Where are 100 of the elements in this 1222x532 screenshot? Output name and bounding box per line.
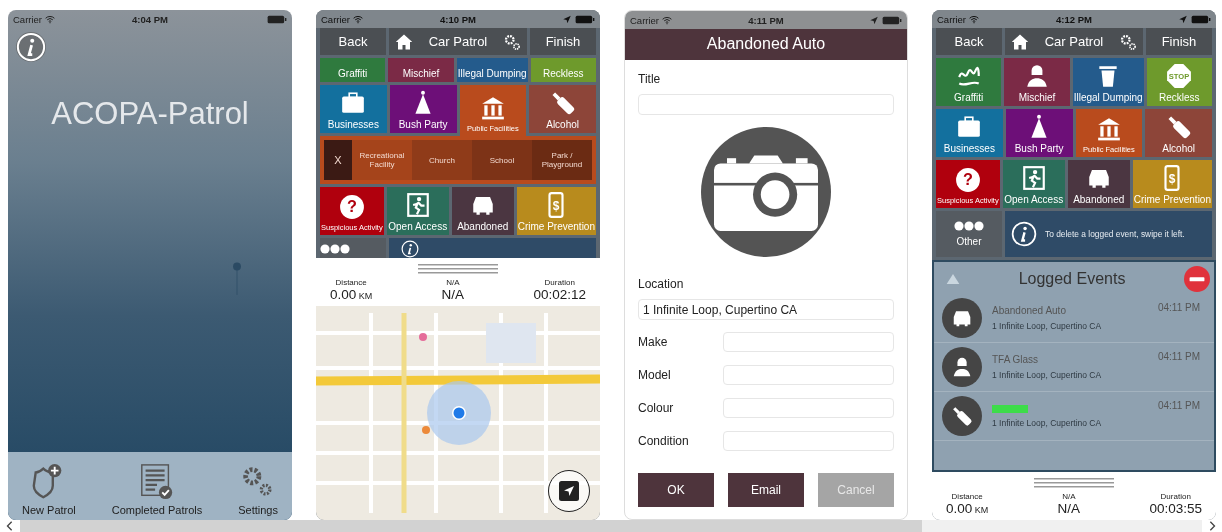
hint-text: To delete a logged event, swipe it left. (1045, 229, 1185, 239)
category-tile[interactable]: Bush Party (1005, 109, 1073, 157)
collapse-triangle-icon[interactable] (946, 273, 960, 285)
category-tile[interactable]: Alcohol (529, 85, 596, 133)
stat-label: Duration (1160, 492, 1191, 501)
screen-header: Abandoned Auto (625, 29, 907, 60)
carrier-name: Carrier (13, 13, 43, 25)
tab-button[interactable]: New Patrol (22, 452, 76, 520)
camera-icon[interactable] (701, 127, 831, 257)
wifi-icon (662, 15, 673, 25)
car-icon (942, 298, 982, 338)
category-tile[interactable]: Abandoned (1067, 160, 1130, 208)
submenu-item[interactable]: X (324, 140, 352, 180)
event-row[interactable]: Abandoned Auto 1 Infinite Loop, Cupertino CA 04:11 PM (934, 294, 1214, 343)
category-tile[interactable]: Graffiti (320, 58, 386, 82)
input-field[interactable] (723, 365, 894, 385)
category-tile[interactable]: Graffiti (936, 58, 1002, 106)
input-field[interactable] (723, 398, 894, 418)
category-tile[interactable]: STOP Reckless (1146, 58, 1212, 106)
screen-title: Car Patrol (1044, 34, 1104, 49)
field-label: Make (638, 335, 669, 349)
category-tile[interactable]: Alcohol (1145, 109, 1212, 157)
status-time: 4:12 PM (1056, 13, 1092, 25)
field-label: Colour (638, 401, 675, 415)
status-time: 4:04 PM (132, 13, 168, 25)
question-mark-icon: ? (954, 167, 981, 193)
category-tile[interactable]: Abandoned (451, 187, 514, 235)
category-tile[interactable]: Mischief (388, 58, 454, 82)
event-address: 1 Infinite Loop, Cupertino CA (992, 370, 1102, 380)
battery-icon (882, 15, 902, 25)
scroll-right-icon[interactable] (1208, 521, 1216, 531)
input-field[interactable] (638, 94, 894, 115)
other-tile[interactable] (320, 238, 386, 258)
home-icon (1011, 32, 1029, 51)
category-tile[interactable]: Illegal Dumping (456, 58, 528, 82)
stat-value: 00:03:55 (1149, 501, 1202, 516)
scroll-left-icon[interactable] (6, 521, 14, 531)
masked-person-icon (1024, 63, 1050, 89)
briefcase-icon (956, 114, 983, 140)
scrollbar-thumb[interactable] (20, 520, 922, 532)
columned-building-icon (1095, 116, 1122, 142)
other-tile[interactable]: Other (936, 211, 1002, 257)
input-field[interactable]: 1 Infinite Loop, Cupertino CA (638, 299, 894, 320)
status-time: 4:10 PM (440, 13, 476, 25)
settings-icon[interactable] (1119, 32, 1137, 51)
event-time: 04:11 PM (1157, 302, 1200, 313)
stat-value: 0.00 KM (330, 287, 373, 302)
action-button[interactable]: OK (638, 473, 714, 507)
stat-value: N/A (441, 287, 465, 302)
stop-sign-icon: STOP (1166, 63, 1193, 89)
category-tile[interactable]: Businesses (320, 85, 387, 133)
submenu-item[interactable]: Church (412, 140, 472, 180)
category-tile[interactable]: Mischief (1004, 58, 1070, 106)
field-label: Location (638, 277, 685, 291)
input-field[interactable] (723, 431, 894, 451)
finish-button[interactable]: Finish (530, 28, 596, 55)
event-row[interactable]: TFA Glass 1 Infinite Loop, Cupertino CA 04:11 PM (934, 343, 1214, 392)
wifi-icon (353, 14, 364, 24)
home-icon (395, 32, 413, 51)
tab-button[interactable]: Settings (238, 452, 278, 520)
question-mark-icon: ? (338, 194, 365, 220)
stat-label: Distance (335, 278, 367, 287)
stat-label: Duration (544, 278, 575, 287)
exit-door-icon (1020, 165, 1047, 191)
bottle-icon (942, 396, 982, 436)
action-button[interactable]: Email (728, 473, 804, 507)
more-dots-icon (320, 244, 350, 254)
event-title: TFA Glass (992, 354, 1039, 365)
finish-button[interactable]: Finish (1146, 28, 1212, 55)
category-tile[interactable]: Businesses (936, 109, 1003, 157)
briefcase-icon (340, 90, 367, 116)
panel-title: Logged Events (1018, 270, 1126, 288)
info-icon (16, 32, 46, 62)
category-tile[interactable]: Open Access (1002, 160, 1065, 208)
carrier-name: Carrier (630, 14, 660, 26)
back-button[interactable]: Back (936, 28, 1002, 55)
stat-value: N/A (1057, 501, 1081, 516)
category-tile[interactable]: Open Access (386, 187, 449, 235)
submenu-item[interactable]: School (472, 140, 532, 180)
category-tile[interactable]: Illegal Dumping (1072, 58, 1144, 106)
event-row[interactable]: 1 Infinite Loop, Cupertino CA 04:11 PM (934, 392, 1214, 441)
info-icon (1011, 221, 1037, 247)
carrier-name: Carrier (321, 13, 351, 25)
exit-door-icon (404, 192, 431, 218)
input-field[interactable] (723, 332, 894, 352)
drag-handle-icon[interactable] (418, 264, 498, 274)
back-button[interactable]: Back (320, 28, 386, 55)
category-tile[interactable]: Bush Party (389, 85, 457, 133)
submenu-item[interactable]: Recreational Facility (352, 140, 412, 180)
app-title: ACOPA-Patrol (51, 96, 249, 132)
stat-label: N/A (446, 278, 460, 287)
wifi-icon (45, 14, 56, 24)
submenu-item[interactable]: Park / Playground (532, 140, 592, 180)
drag-handle-icon[interactable] (1034, 478, 1114, 488)
settings-icon[interactable] (503, 32, 521, 51)
more-dots-icon (954, 221, 984, 231)
screen-title: Car Patrol (428, 34, 488, 49)
delete-icon[interactable] (1184, 266, 1210, 292)
field-label: Title (638, 72, 662, 86)
tab-button[interactable]: Completed Patrols (111, 452, 203, 520)
